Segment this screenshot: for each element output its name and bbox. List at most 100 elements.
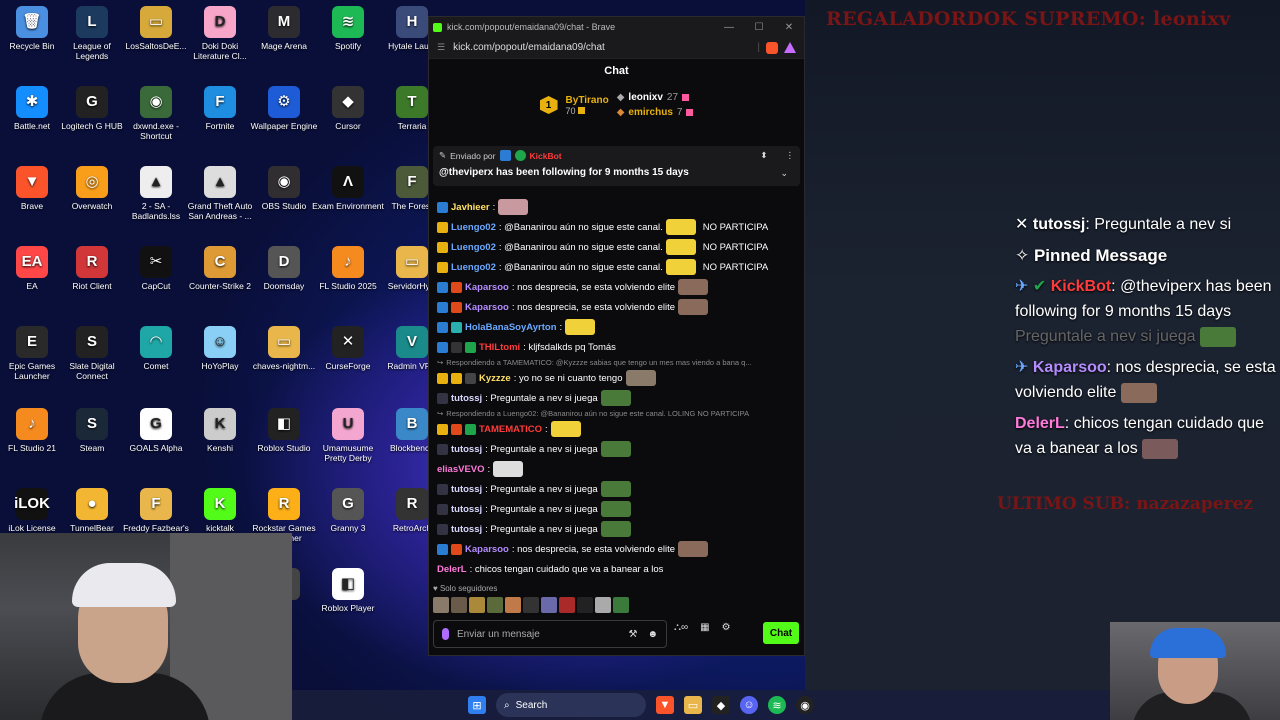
- chat-username[interactable]: tutossj: [451, 504, 482, 515]
- desktop-icon[interactable]: G Granny 3: [312, 488, 384, 533]
- spotify-icon[interactable]: ≋: [768, 696, 786, 714]
- minimize-button[interactable]: —: [714, 22, 744, 33]
- chat-message[interactable]: tutossj: Preguntale a nev si juega: [437, 519, 797, 539]
- chat-message[interactable]: Luengo02: @Bananirou aún no sigue este c…: [437, 237, 797, 257]
- desktop-icon[interactable]: ♪ FL Studio 2025: [312, 246, 384, 291]
- recent-emotes-row[interactable]: [433, 597, 629, 613]
- reply-context[interactable]: ↪ Respondiendo a TAMEMATICO: @Kyzzze sab…: [437, 357, 797, 368]
- brave-taskbar-icon[interactable]: ▼: [656, 696, 674, 714]
- chat-username[interactable]: HolaBanaSoyAyrton: [465, 322, 557, 333]
- gift-store-icon[interactable]: ▦: [700, 622, 709, 633]
- desktop-icon[interactable]: ◆ Cursor: [312, 86, 384, 131]
- desktop-icon[interactable]: G GOALS Alpha: [120, 408, 192, 453]
- chat-username[interactable]: eliasVEVO: [437, 464, 485, 475]
- chat-username[interactable]: Luengo02: [451, 262, 496, 273]
- chat-username[interactable]: Kaparsoo: [465, 544, 509, 555]
- desktop-icon[interactable]: ◧ Roblox Studio: [248, 408, 320, 453]
- address-bar[interactable]: ☰ kick.com/popout/emaidana09/chat |: [429, 37, 804, 59]
- emote-button[interactable]: [595, 597, 611, 613]
- maximize-button[interactable]: ☐: [744, 22, 774, 33]
- desktop-icon[interactable]: ▲ 2 - SA - Badlands.lss: [120, 166, 192, 221]
- desktop-icon[interactable]: U Umamusume Pretty Derby: [312, 408, 384, 463]
- chat-message[interactable]: TAMEMATICO:: [437, 419, 797, 439]
- chat-message-list[interactable]: Javhieer: Luengo02: @Bananirou aún no sig…: [437, 197, 797, 579]
- desktop-icon[interactable]: D Doki Doki Literature Cl...: [184, 6, 256, 61]
- chat-message[interactable]: Kaparsoo: nos desprecia, se esta volvien…: [437, 539, 797, 559]
- chat-message[interactable]: tutossj: Preguntale a nev si juega: [437, 388, 797, 408]
- emoji-icon[interactable]: ☻: [647, 629, 658, 640]
- pinned-author[interactable]: KickBot: [530, 151, 562, 161]
- desktop-icon[interactable]: K Kenshi: [184, 408, 256, 453]
- chat-message[interactable]: tutossj: Preguntale a nev si juega: [437, 499, 797, 519]
- chat-message[interactable]: tutossj: Preguntale a nev si juega: [437, 439, 797, 459]
- obs-icon[interactable]: ◉: [796, 696, 814, 714]
- emote-button[interactable]: [523, 597, 539, 613]
- desktop-icon[interactable]: ◉ OBS Studio: [248, 166, 320, 211]
- emote-button[interactable]: [487, 597, 503, 613]
- emote-button[interactable]: [559, 597, 575, 613]
- desktop-icon[interactable]: ● TunnelBear: [56, 488, 128, 533]
- chat-username[interactable]: tutossj: [451, 484, 482, 495]
- chat-message[interactable]: DelerL: chicos tengan cuidado que va a b…: [437, 559, 797, 579]
- desktop-icon[interactable]: ◧ Roblox Player: [312, 568, 384, 613]
- desktop-icon[interactable]: F Fortnite: [184, 86, 256, 131]
- desktop-icon[interactable]: ☺ HoYoPlay: [184, 326, 256, 371]
- settings-gear-icon[interactable]: ⚙: [722, 622, 731, 633]
- desktop-icon[interactable]: ◉ dxwnd.exe - Shortcut: [120, 86, 192, 141]
- chat-username[interactable]: tutossj: [451, 444, 482, 455]
- emote-button[interactable]: [451, 597, 467, 613]
- chat-message[interactable]: Kaparsoo: nos desprecia, se esta volvien…: [437, 277, 797, 297]
- desktop-icon[interactable]: ▭ chaves-nightm...: [248, 326, 320, 371]
- message-input[interactable]: Enviar un mensaje ⚒ ☻: [433, 620, 667, 648]
- chat-username[interactable]: Javhieer: [451, 202, 490, 213]
- emote-button[interactable]: [541, 597, 557, 613]
- chat-username[interactable]: Kaparsoo: [465, 302, 509, 313]
- desktop-icon[interactable]: M Mage Arena: [248, 6, 320, 51]
- chat-username[interactable]: Kyzzze: [479, 373, 511, 384]
- file-explorer-icon[interactable]: ▭: [684, 696, 702, 714]
- chat-message[interactable]: THILtomi: kljfsdalkds pq Tomás: [437, 337, 797, 357]
- chat-username[interactable]: Luengo02: [451, 222, 496, 233]
- desktop-icon[interactable]: Λ Exam Environment: [312, 166, 384, 211]
- input-placeholder[interactable]: Enviar un mensaje: [457, 629, 540, 640]
- microphone-icon[interactable]: [442, 628, 449, 640]
- unpin-icon[interactable]: ⬍: [760, 150, 767, 161]
- desktop-icon[interactable]: ◠ Comet: [120, 326, 192, 371]
- app-taskbar-icon[interactable]: ◆: [712, 696, 730, 714]
- leaderboard-top[interactable]: ByTirano 70: [566, 95, 609, 116]
- reply-context[interactable]: ↪ Respondiendo a Luengo02: @Bananirou aú…: [437, 408, 797, 419]
- emote-button[interactable]: [433, 597, 449, 613]
- desktop-icon[interactable]: Kkicktalk: [184, 488, 256, 533]
- chat-username[interactable]: DelerL: [437, 564, 467, 575]
- desktop-icon[interactable]: G Logitech G HUB: [56, 86, 128, 131]
- windows-start-icon[interactable]: ⊞: [468, 696, 486, 714]
- taskbar-search[interactable]: ⌕ Search: [496, 693, 646, 717]
- chat-message[interactable]: Luengo02: @Bananirou aún no sigue este c…: [437, 217, 797, 237]
- emote-button[interactable]: [613, 597, 629, 613]
- send-chat-button[interactable]: Chat: [763, 622, 799, 644]
- users-icon[interactable]: ⛬∞: [674, 622, 688, 633]
- emote-button[interactable]: [505, 597, 521, 613]
- emote-button[interactable]: [577, 597, 593, 613]
- discord-icon[interactable]: ☺: [740, 696, 758, 714]
- chat-username[interactable]: Kaparsoo: [465, 282, 509, 293]
- desktop-icon[interactable]: S Steam: [56, 408, 128, 453]
- desktop-icon[interactable]: ◎ Overwatch: [56, 166, 128, 211]
- chat-message[interactable]: Javhieer:: [437, 197, 797, 217]
- desktop-icon[interactable]: ▲ Grand Theft Auto San Andreas - ...: [184, 166, 256, 221]
- translate-icon[interactable]: ⚒: [629, 629, 638, 640]
- emote-button[interactable]: [469, 597, 485, 613]
- close-button[interactable]: ✕: [774, 22, 804, 33]
- chevron-down-icon[interactable]: ⌄: [780, 168, 788, 179]
- chat-message[interactable]: HolaBanaSoyAyrton:: [437, 317, 797, 337]
- chat-username[interactable]: Luengo02: [451, 242, 496, 253]
- chat-message[interactable]: Kyzzze: yo no se ni cuanto tengo: [437, 368, 797, 388]
- desktop-icon[interactable]: D Doomsday: [248, 246, 320, 291]
- chat-username[interactable]: tutossj: [451, 524, 482, 535]
- desktop-icon[interactable]: R Riot Client: [56, 246, 128, 291]
- more-options-icon[interactable]: ⋮: [786, 150, 795, 161]
- leaderboard-item[interactable]: ◆ leonixv 27: [617, 90, 694, 105]
- chat-message[interactable]: Kaparsoo: nos desprecia, se esta volvien…: [437, 297, 797, 317]
- pinned-message[interactable]: ✎ Enviado por KickBot ⬍ ⋮ @theviperx has…: [433, 146, 800, 186]
- brave-shield-icon[interactable]: [766, 41, 778, 54]
